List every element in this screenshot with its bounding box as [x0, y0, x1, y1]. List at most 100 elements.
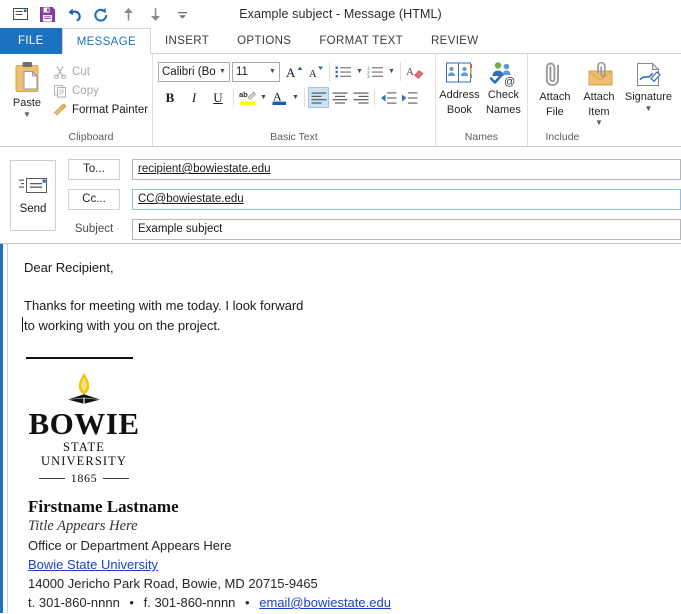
- format-painter-button-label: Format Painter: [72, 103, 149, 116]
- svg-text:ab: ab: [239, 90, 248, 99]
- text-highlight-color-icon[interactable]: ab: [237, 87, 258, 108]
- body-paragraph-line2: to working with you on the project.: [22, 316, 669, 336]
- names-group-label: Names: [464, 131, 499, 143]
- cut-button[interactable]: Cut: [49, 62, 152, 81]
- signature-caret[interactable]: ▼: [644, 104, 652, 113]
- align-right-button[interactable]: [350, 87, 371, 108]
- message-body-editor[interactable]: Dear Recipient, Thanks for meeting with …: [7, 244, 681, 613]
- signature-department: Office or Department Appears Here: [28, 538, 232, 553]
- address-book-label-line2: Book: [446, 103, 472, 116]
- quick-access-toolbar: [8, 0, 194, 28]
- save-icon[interactable]: [35, 3, 59, 25]
- grow-font-icon[interactable]: A: [284, 61, 305, 82]
- font-size-caret[interactable]: ▼: [266, 68, 279, 75]
- font-color-caret[interactable]: ▼: [290, 87, 301, 108]
- send-button[interactable]: Send: [10, 160, 56, 231]
- svg-text:A: A: [406, 66, 414, 78]
- signature-address: 14000 Jericho Park Road, Bowie, MD 20715…: [28, 576, 318, 591]
- decrease-indent-button[interactable]: [378, 87, 399, 108]
- signature-title: Title Appears Here: [28, 518, 138, 534]
- copy-button-label: Copy: [72, 84, 99, 97]
- font-name-combo[interactable]: Calibri (Boc ▼: [158, 61, 230, 82]
- cc-value: CC@bowiestate.edu: [138, 193, 244, 205]
- attach-file-label-line1: Attach: [539, 91, 571, 103]
- font-size-combo[interactable]: 11 ▼: [232, 61, 280, 82]
- body-paragraph-line1: Thanks for meeting with me today. I look…: [24, 298, 304, 313]
- font-name-caret[interactable]: ▼: [216, 68, 229, 75]
- tab-options[interactable]: OPTIONS: [223, 28, 305, 54]
- signature-label: Signature: [624, 91, 672, 103]
- underline-label: U: [213, 89, 223, 105]
- redo-icon[interactable]: [89, 3, 113, 25]
- tab-file[interactable]: FILE: [0, 28, 62, 54]
- cc-row: Cc... CC@bowiestate.edu: [68, 188, 681, 210]
- tab-message[interactable]: MESSAGE: [61, 28, 152, 54]
- svg-text:A: A: [273, 90, 282, 104]
- subject-input[interactable]: Example subject: [132, 218, 681, 240]
- tab-review[interactable]: REVIEW: [417, 28, 492, 54]
- paste-dropdown-caret[interactable]: ▼: [23, 110, 31, 119]
- italic-button[interactable]: I: [182, 87, 206, 108]
- next-item-icon[interactable]: [143, 3, 167, 25]
- attach-item-caret[interactable]: ▼: [595, 119, 603, 127]
- title-bar: Example subject - Message (HTML): [0, 0, 681, 28]
- attach-file-button[interactable]: Attach File: [533, 59, 577, 118]
- send-button-label: Send: [19, 203, 47, 215]
- bold-label: B: [165, 89, 175, 105]
- signature-button[interactable]: Signature ▼: [621, 59, 676, 113]
- signature-divider: [26, 357, 133, 359]
- numbered-list-icon[interactable]: 1 2 3: [365, 61, 386, 82]
- numbered-list-caret[interactable]: ▼: [386, 61, 397, 82]
- subject-label: Subject: [74, 223, 114, 235]
- align-left-button[interactable]: [308, 87, 329, 108]
- compose-header: Send To... recipient@bowiestate.edu Cc..…: [0, 147, 681, 244]
- shrink-font-icon[interactable]: A: [305, 61, 326, 82]
- logo-rule-right: [103, 478, 130, 479]
- paste-button-label: Paste: [12, 97, 42, 109]
- font-color-icon[interactable]: A: [269, 87, 290, 108]
- cc-input[interactable]: CC@bowiestate.edu: [132, 188, 681, 210]
- address-book-button[interactable]: Address Book: [437, 59, 481, 116]
- message-body-area: Dear Recipient, Thanks for meeting with …: [0, 244, 681, 613]
- attach-item-button[interactable]: Attach Item ▼: [577, 59, 621, 127]
- bowie-state-logo: BOWIE STATE UNIVERSITY 1865: [28, 372, 140, 486]
- svg-text:3: 3: [367, 74, 370, 79]
- to-input[interactable]: recipient@bowiestate.edu: [132, 158, 681, 180]
- tab-format-text[interactable]: FORMAT TEXT: [305, 28, 417, 54]
- outlook-compose-window: Example subject - Message (HTML) FILE ME…: [0, 0, 681, 614]
- signature-university-link[interactable]: Bowie State University: [28, 557, 158, 572]
- paste-button[interactable]: Paste ▼: [5, 59, 49, 119]
- cc-button[interactable]: Cc...: [68, 188, 120, 210]
- text-highlight-caret[interactable]: ▼: [258, 87, 269, 108]
- ribbon-group-clipboard: Paste ▼ Cut Copy Format Painter Clipboar…: [0, 54, 152, 146]
- ribbon-group-include: Attach File Attach Item ▼ Signature ▼ In…: [526, 54, 681, 146]
- underline-button[interactable]: U: [206, 87, 230, 108]
- contact-separator-2: •: [245, 595, 250, 610]
- increase-indent-button[interactable]: [399, 87, 420, 108]
- font-name-value: Calibri (Boc: [162, 65, 216, 78]
- bullet-list-icon[interactable]: [333, 61, 354, 82]
- logo-year: 1865: [70, 471, 98, 485]
- tab-insert[interactable]: INSERT: [151, 28, 223, 54]
- previous-item-icon[interactable]: [116, 3, 140, 25]
- bold-button[interactable]: B: [158, 87, 182, 108]
- format-painter-button[interactable]: Format Painter: [49, 100, 152, 119]
- align-center-button[interactable]: [329, 87, 350, 108]
- customize-qat-icon[interactable]: [170, 3, 194, 25]
- clear-formatting-icon[interactable]: A: [404, 61, 425, 82]
- to-button[interactable]: To...: [68, 158, 120, 180]
- signature-block: Firstname Lastname Title Appears Here Of…: [28, 496, 669, 612]
- undo-icon[interactable]: [62, 3, 86, 25]
- to-row: To... recipient@bowiestate.edu: [68, 158, 681, 180]
- ribbon-group-basic-text: Calibri (Boc ▼ 11 ▼ A A ▼ 1 2 3 ▼ A B I …: [152, 54, 435, 146]
- subject-value: Example subject: [138, 223, 223, 235]
- bullet-list-caret[interactable]: ▼: [354, 61, 365, 82]
- copy-button[interactable]: Copy: [49, 81, 152, 100]
- logo-year-row: 1865: [28, 471, 140, 486]
- contact-separator-1: •: [129, 595, 134, 610]
- check-names-button[interactable]: @ Check Names: [481, 59, 525, 116]
- message-icon[interactable]: [8, 3, 32, 25]
- clipboard-group-label: Clipboard: [68, 131, 114, 143]
- signature-email-link[interactable]: email@bowiestate.edu: [259, 595, 391, 610]
- signature-phone: t. 301-860-nnnn: [28, 595, 120, 610]
